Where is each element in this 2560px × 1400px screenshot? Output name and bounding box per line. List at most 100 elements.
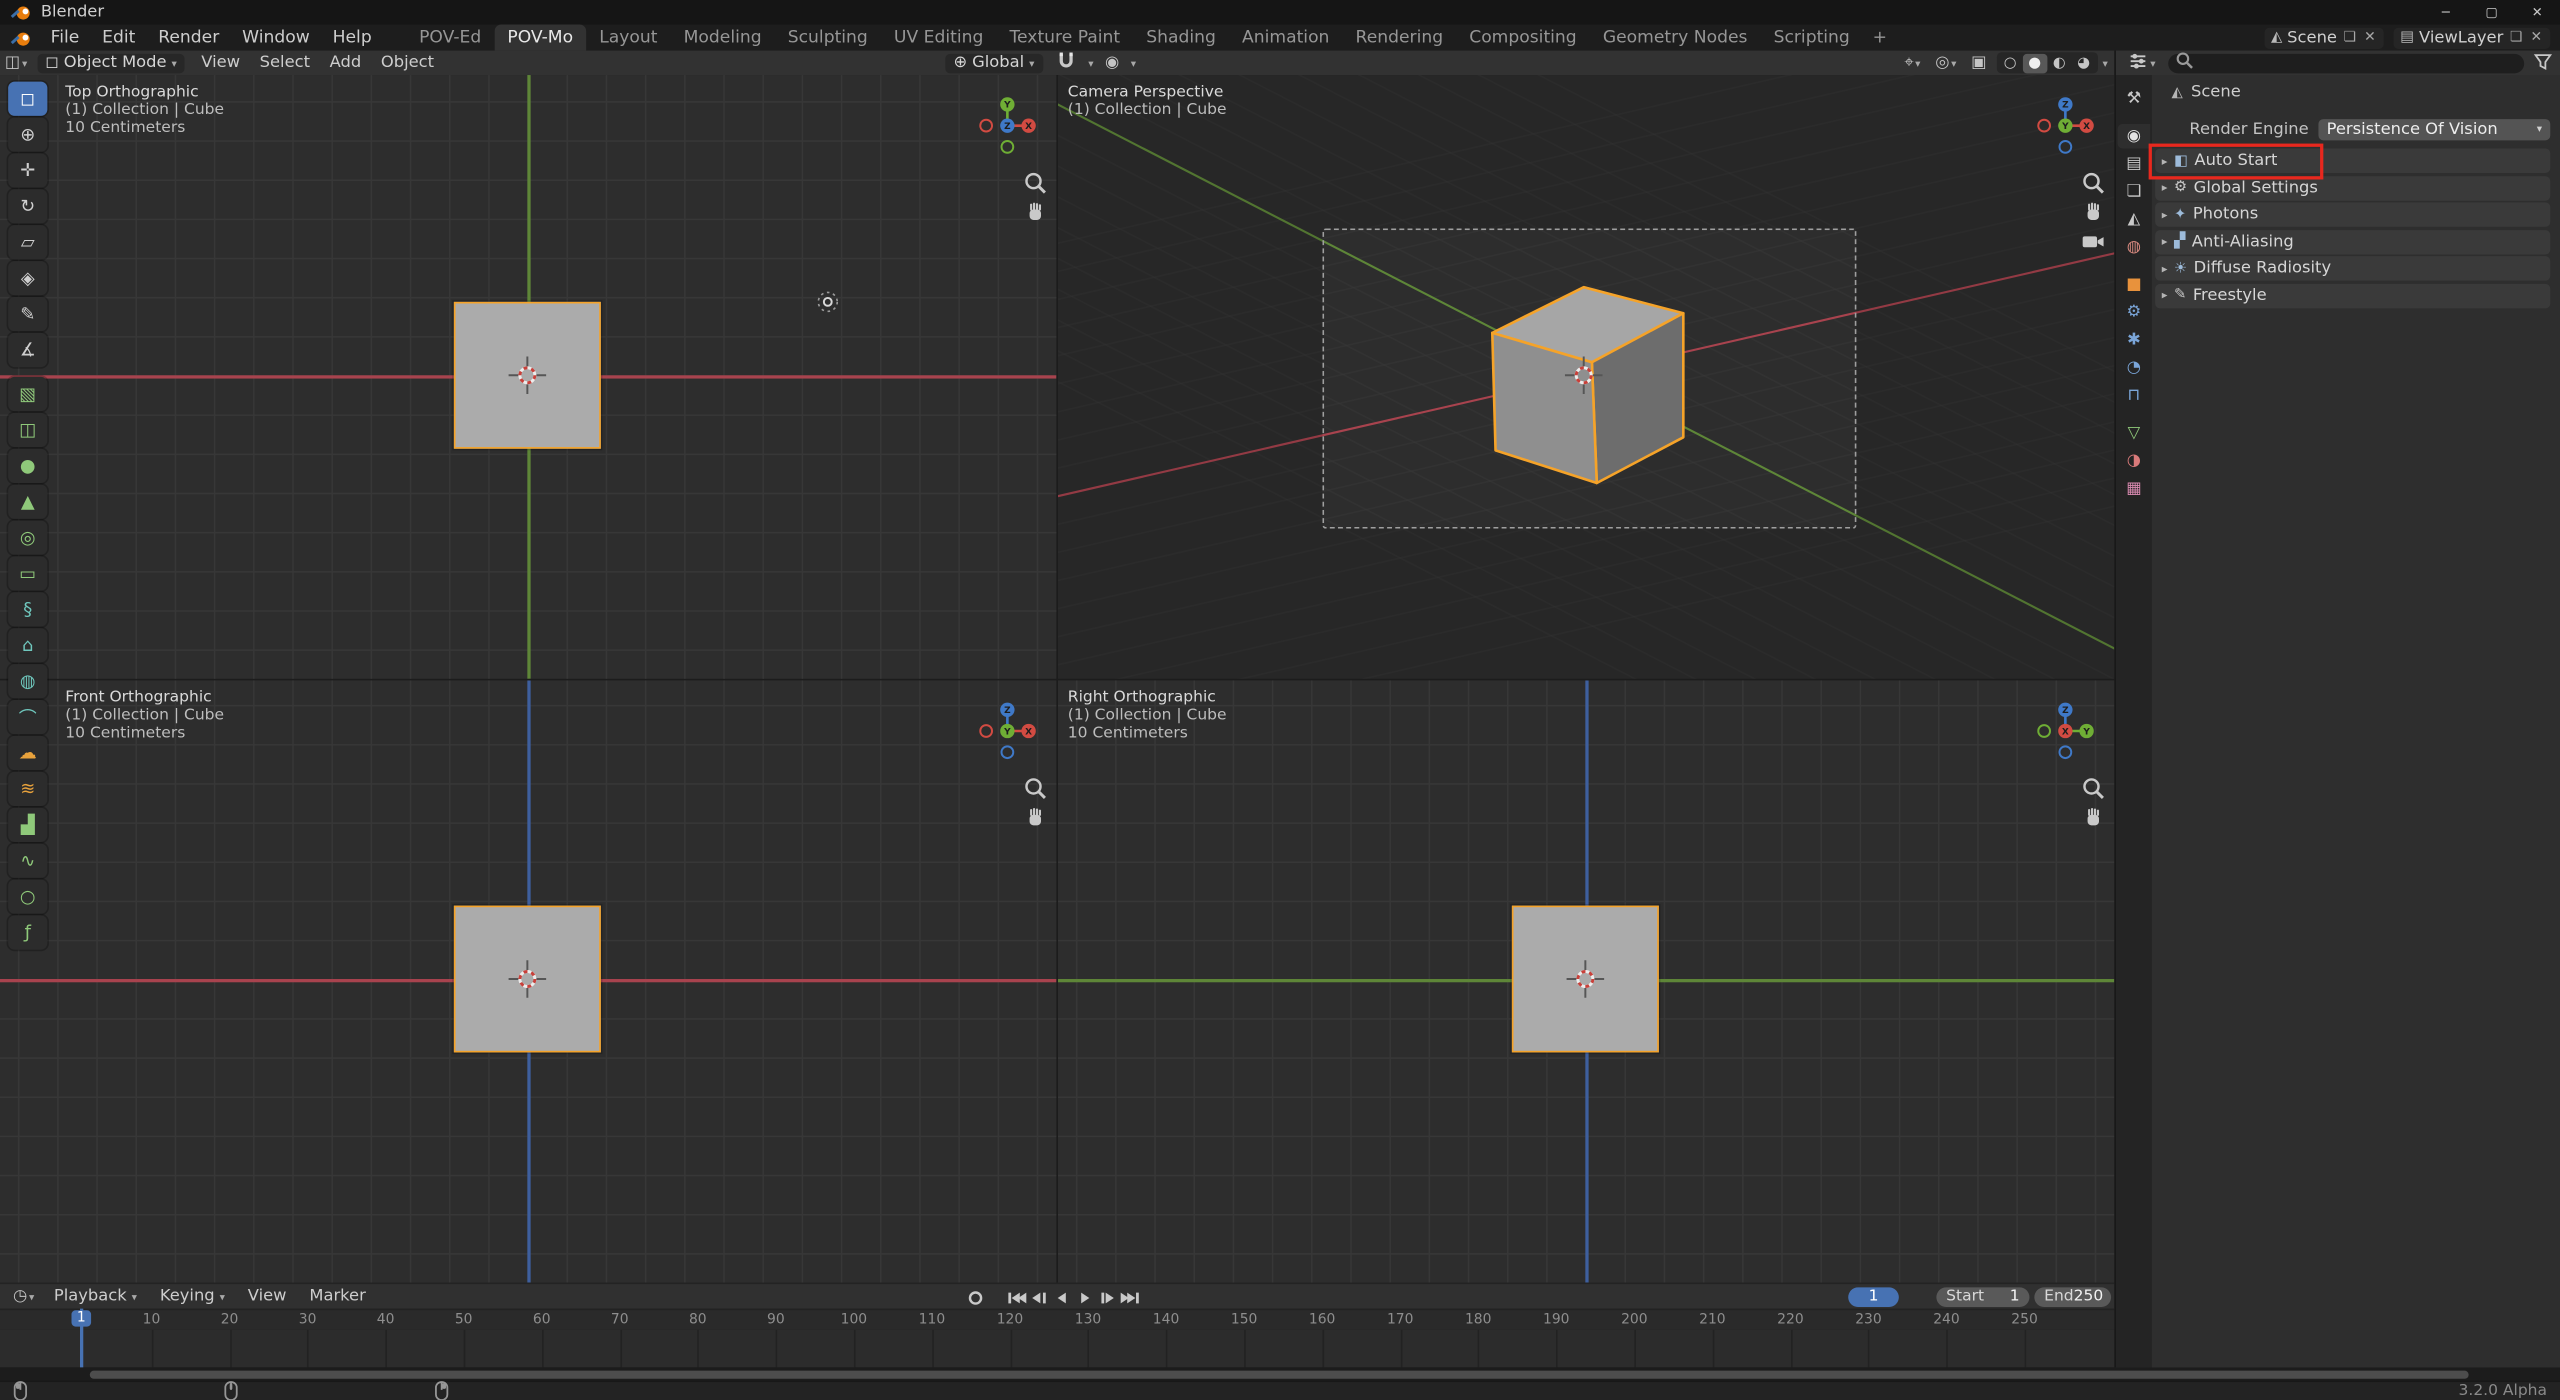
viewport-front[interactable]: Front Orthographic(1) Collection | Cube1… — [0, 680, 1056, 1282]
close-button[interactable]: ✕ — [2514, 0, 2560, 24]
zoom-icon[interactable] — [1022, 775, 1048, 801]
workspace-tab-compositing[interactable]: Compositing — [1456, 24, 1590, 50]
properties-tab-particles[interactable]: ✱ — [2118, 328, 2151, 352]
tool-add-prism[interactable]: ⌂ — [8, 628, 47, 662]
timeline-menu-playback[interactable]: Playback▾ — [42, 1283, 148, 1309]
transport-jump-to-prev-keyframe-button[interactable] — [1029, 1287, 1050, 1308]
tool-add-polygon[interactable]: ○ — [8, 879, 47, 913]
properties-tab-physics[interactable]: ◔ — [2118, 356, 2151, 380]
workspace-tab-animation[interactable]: Animation — [1229, 24, 1343, 50]
workspace-tab-modeling[interactable]: Modeling — [671, 24, 775, 50]
tool-add-sphere[interactable]: ● — [8, 449, 47, 483]
viewport-top[interactable]: Top Orthographic(1) Collection | Cube10 … — [0, 75, 1056, 679]
panel-anti-aliasing[interactable]: ▸▞Anti-Aliasing — [2155, 229, 2550, 253]
shading-material-preview-button[interactable]: ◐ — [2047, 53, 2071, 73]
workspace-tab-sculpting[interactable]: Sculpting — [775, 24, 881, 50]
properties-editor-dropdown[interactable]: ▾ — [2123, 50, 2161, 76]
tool-add-rainbow[interactable]: ⌒ — [8, 700, 47, 734]
properties-tab-object-data[interactable]: ▽ — [2118, 421, 2151, 445]
scene-selector[interactable]: ◭ Scene ❏ ✕ — [2264, 27, 2383, 48]
properties-tab-output[interactable]: ▤ — [2118, 152, 2151, 176]
viewport-menu-select[interactable]: Select — [250, 51, 320, 75]
point-light-object[interactable] — [813, 287, 842, 316]
tool-add-cylinder[interactable]: ◫ — [8, 413, 47, 447]
properties-tab-object[interactable]: ■ — [2118, 272, 2151, 296]
tool-add-lathe[interactable]: § — [8, 592, 47, 626]
tool-add-heightfield[interactable]: ▟ — [8, 808, 47, 842]
workspace-tab-pov-mo[interactable]: POV-Mo — [494, 24, 586, 50]
menu-edit[interactable]: Edit — [91, 24, 147, 50]
unlink-scene-button[interactable]: ✕ — [2362, 29, 2377, 45]
workspace-tab-uv-editing[interactable]: UV Editing — [881, 24, 997, 50]
zoom-icon[interactable] — [2080, 170, 2106, 196]
horizontal-scrollbar[interactable] — [0, 1367, 2560, 1380]
tool-add-parametric[interactable]: ƒ — [8, 915, 47, 949]
tool-add-spring[interactable]: ∿ — [8, 844, 47, 878]
tool-add-isosurface[interactable]: ≋ — [8, 772, 47, 806]
pan-hand-icon[interactable] — [2080, 804, 2106, 830]
menu-render[interactable]: Render — [147, 24, 231, 50]
3d-cursor[interactable] — [506, 354, 548, 396]
viewport-camera[interactable]: Camera Perspective(1) Collection | CubeZ… — [1058, 75, 2114, 679]
transport-play-reverse-button[interactable] — [1051, 1287, 1072, 1308]
properties-search-input[interactable] — [2169, 53, 2524, 73]
render-engine-dropdown[interactable]: Persistence Of Vision ▾ — [2318, 118, 2550, 139]
tool-add-torus[interactable]: ◎ — [8, 521, 47, 555]
new-viewlayer-button[interactable]: ❏ — [2508, 29, 2524, 45]
3d-cursor[interactable] — [506, 958, 548, 1000]
tool-add-blob[interactable]: ☁ — [8, 736, 47, 770]
workspace-tab-scripting[interactable]: Scripting — [1761, 24, 1863, 50]
tool-annotate[interactable]: ✎ — [8, 297, 47, 331]
current-frame-field[interactable]: 1 — [1848, 1287, 1899, 1306]
remove-viewlayer-button[interactable]: ✕ — [2529, 29, 2544, 45]
viewport-menu-object[interactable]: Object — [371, 51, 444, 75]
zoom-icon[interactable] — [2080, 775, 2106, 801]
workspace-tab-shading[interactable]: Shading — [1133, 24, 1229, 50]
tool-measure[interactable]: ∡ — [8, 333, 47, 367]
proportional-editing-toggle[interactable]: ◉ — [1100, 54, 1124, 72]
properties-tab-render[interactable]: ◉ — [2118, 124, 2151, 148]
timeline-menu-keying[interactable]: Keying▾ — [148, 1283, 236, 1309]
properties-tab-view-layer[interactable]: ❏ — [2118, 179, 2151, 203]
tool-box-select[interactable]: ◻ — [8, 82, 47, 116]
add-workspace-button[interactable]: + — [1863, 24, 1897, 50]
navigation-gizmo[interactable]: ZXY — [975, 698, 1040, 763]
3d-cursor[interactable] — [1562, 354, 1604, 396]
3d-cursor[interactable] — [1564, 958, 1606, 1000]
tool-add-superellipsoid[interactable]: ◍ — [8, 664, 47, 698]
workspace-tab-geometry-nodes[interactable]: Geometry Nodes — [1590, 24, 1761, 50]
playhead-frame-badge[interactable]: 1 — [71, 1310, 91, 1326]
filter-icon[interactable] — [2532, 50, 2553, 76]
workspace-tab-rendering[interactable]: Rendering — [1342, 24, 1456, 50]
mode-dropdown[interactable]: ◻ Object Mode ▾ — [37, 53, 185, 73]
transport-jump-to-next-keyframe-button[interactable] — [1097, 1287, 1118, 1308]
xray-toggle[interactable]: ▣ — [1966, 54, 1991, 72]
viewport-menu-view[interactable]: View — [192, 51, 250, 75]
viewport-menu-add[interactable]: Add — [320, 51, 371, 75]
tool-move[interactable]: ✛ — [8, 153, 47, 187]
panel-auto-start[interactable]: ▸◧Auto Start — [2155, 148, 2550, 172]
auto-keying-button[interactable] — [963, 1287, 986, 1308]
tool-add-cube[interactable]: ▧ — [8, 377, 47, 411]
menu-file[interactable]: File — [39, 24, 91, 50]
editor-type-dropdown[interactable]: ◫ ▾ — [0, 54, 32, 72]
properties-tab-modifiers[interactable]: ⚙ — [2118, 300, 2151, 324]
frame-start-field[interactable]: Start 1 — [1936, 1287, 2029, 1306]
pan-hand-icon[interactable] — [1022, 804, 1048, 830]
tool-cursor[interactable]: ⊕ — [8, 117, 47, 151]
snapping-toggle[interactable] — [1049, 49, 1082, 77]
maximize-button[interactable]: ▢ — [2469, 0, 2515, 24]
zoom-icon[interactable] — [1022, 170, 1048, 196]
transport-jump-to-start-button[interactable] — [1006, 1287, 1027, 1308]
properties-tab-constraints[interactable]: ⊓ — [2118, 383, 2151, 407]
tool-transform[interactable]: ◈ — [8, 261, 47, 295]
tool-add-cone[interactable]: ▲ — [8, 485, 47, 519]
minimize-button[interactable]: ─ — [2423, 0, 2469, 24]
pan-hand-icon[interactable] — [2080, 199, 2106, 225]
new-scene-button[interactable]: ❏ — [2342, 29, 2358, 45]
properties-tab-tool[interactable]: ⚒ — [2118, 86, 2151, 110]
pan-hand-icon[interactable] — [1022, 199, 1048, 225]
viewlayer-selector[interactable]: ▤ ViewLayer ❏ ✕ — [2394, 27, 2551, 48]
camera-view-icon[interactable] — [2080, 228, 2106, 254]
timeline-menu-marker[interactable]: Marker — [298, 1283, 377, 1309]
